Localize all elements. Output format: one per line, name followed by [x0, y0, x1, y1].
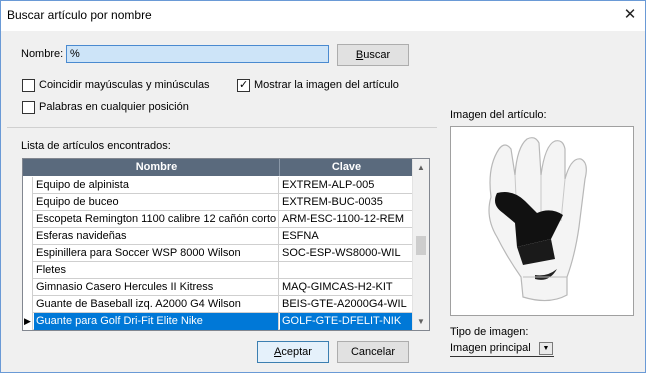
row-header-corner	[23, 159, 34, 176]
match-case-checkbox[interactable]	[22, 79, 35, 92]
scroll-up-icon[interactable]: ▲	[413, 159, 429, 176]
cell-name[interactable]: Esferas navideñas	[34, 228, 279, 245]
cell-key[interactable]: MAQ-GIMCAS-H2-KIT	[280, 279, 412, 296]
golf-glove-image	[488, 137, 587, 302]
row-indicator	[23, 279, 33, 296]
table-row[interactable]: Guante de Baseball izq. A2000 G4 Wilson …	[23, 296, 413, 313]
articles-grid[interactable]: Nombre Clave Equipo de alpinista EXTREM-…	[22, 158, 430, 331]
table-row-selected[interactable]: ▶ Guante para Golf Dri-Fit Elite Nike GO…	[23, 313, 413, 330]
scroll-thumb[interactable]	[416, 236, 426, 255]
row-indicator	[23, 228, 33, 245]
name-label: Nombre:	[21, 48, 64, 60]
search-article-dialog: Buscar artículo por nombre ✕ Nombre: % B…	[0, 0, 646, 373]
table-row[interactable]: Equipo de alpinista EXTREM-ALP-005	[23, 177, 413, 194]
row-indicator	[23, 245, 33, 262]
cell-name[interactable]: Guante para Golf Dri-Fit Elite Nike	[34, 313, 279, 330]
image-type-select[interactable]: Imagen principal ▼	[450, 341, 554, 357]
any-position-label: Palabras en cualquier posición	[39, 101, 189, 113]
article-image-frame	[450, 126, 634, 316]
column-header-key[interactable]: Clave	[280, 159, 413, 176]
any-position-checkbox[interactable]	[22, 101, 35, 114]
row-indicator	[23, 296, 33, 313]
search-button[interactable]: Buscar	[337, 44, 409, 66]
row-indicator	[23, 262, 33, 279]
cell-name[interactable]: Fletes	[34, 262, 279, 279]
name-search-input[interactable]: %	[66, 45, 329, 63]
cell-name[interactable]: Equipo de alpinista	[34, 177, 279, 194]
cell-name[interactable]: Gimnasio Casero Hercules II Kitress	[34, 279, 279, 296]
table-row[interactable]: Espinillera para Soccer WSP 8000 Wilson …	[23, 245, 413, 262]
window-title: Buscar artículo por nombre	[7, 8, 152, 22]
accept-button-label: ceptar	[281, 346, 312, 358]
cell-name[interactable]: Espinillera para Soccer WSP 8000 Wilson	[34, 245, 279, 262]
row-indicator	[23, 194, 33, 211]
show-image-label: Mostrar la imagen del artículo	[254, 79, 399, 91]
table-row[interactable]: Equipo de buceo EXTREM-BUC-0035	[23, 194, 413, 211]
cell-key[interactable]	[280, 262, 412, 279]
search-button-label: uscar	[363, 49, 391, 61]
table-row[interactable]: Esferas navideñas ESFNA	[23, 228, 413, 245]
cell-key[interactable]: ARM-ESC-1100-12-REM	[280, 211, 412, 228]
cell-name[interactable]: Escopeta Remington 1100 calibre 12 cañón…	[34, 211, 279, 228]
row-indicator	[23, 211, 33, 228]
separator	[7, 127, 437, 128]
cell-key[interactable]: ESFNA	[280, 228, 412, 245]
cell-key[interactable]: GOLF-GTE-DFELIT-NIK	[280, 313, 412, 330]
match-case-label: Coincidir mayúsculas y minúsculas	[39, 79, 210, 91]
close-icon[interactable]: ✕	[619, 5, 641, 25]
vertical-scrollbar[interactable]: ▲ ▼	[412, 159, 429, 330]
table-row[interactable]: Gimnasio Casero Hercules II Kitress MAQ-…	[23, 279, 413, 296]
cancel-button[interactable]: Cancelar	[337, 341, 409, 363]
checkmark-icon: ✓	[239, 79, 249, 91]
row-indicator	[23, 177, 33, 194]
show-image-checkbox[interactable]: ✓	[237, 79, 250, 92]
column-header-name[interactable]: Nombre	[34, 159, 280, 176]
cell-key[interactable]: EXTREM-BUC-0035	[280, 194, 412, 211]
current-row-arrow-icon: ▶	[23, 313, 33, 330]
cell-key[interactable]: EXTREM-ALP-005	[280, 177, 412, 194]
table-row[interactable]: Escopeta Remington 1100 calibre 12 cañón…	[23, 211, 413, 228]
image-type-label: Tipo de imagen:	[450, 326, 529, 338]
accept-button[interactable]: Aceptar	[257, 341, 329, 363]
table-row[interactable]: Fletes	[23, 262, 413, 279]
image-type-value: Imagen principal	[450, 342, 531, 354]
image-caption: Imagen del artículo:	[450, 109, 547, 121]
list-caption: Lista de artículos encontrados:	[21, 140, 171, 152]
cell-name[interactable]: Equipo de buceo	[34, 194, 279, 211]
title-bar: Buscar artículo por nombre ✕	[1, 1, 645, 31]
cell-key[interactable]: SOC-ESP-WS8000-WIL	[280, 245, 412, 262]
scroll-down-icon[interactable]: ▼	[413, 313, 429, 330]
chevron-down-icon[interactable]: ▼	[539, 342, 553, 355]
cell-key[interactable]: BEIS-GTE-A2000G4-WIL	[280, 296, 412, 313]
cell-name[interactable]: Guante de Baseball izq. A2000 G4 Wilson	[34, 296, 279, 313]
